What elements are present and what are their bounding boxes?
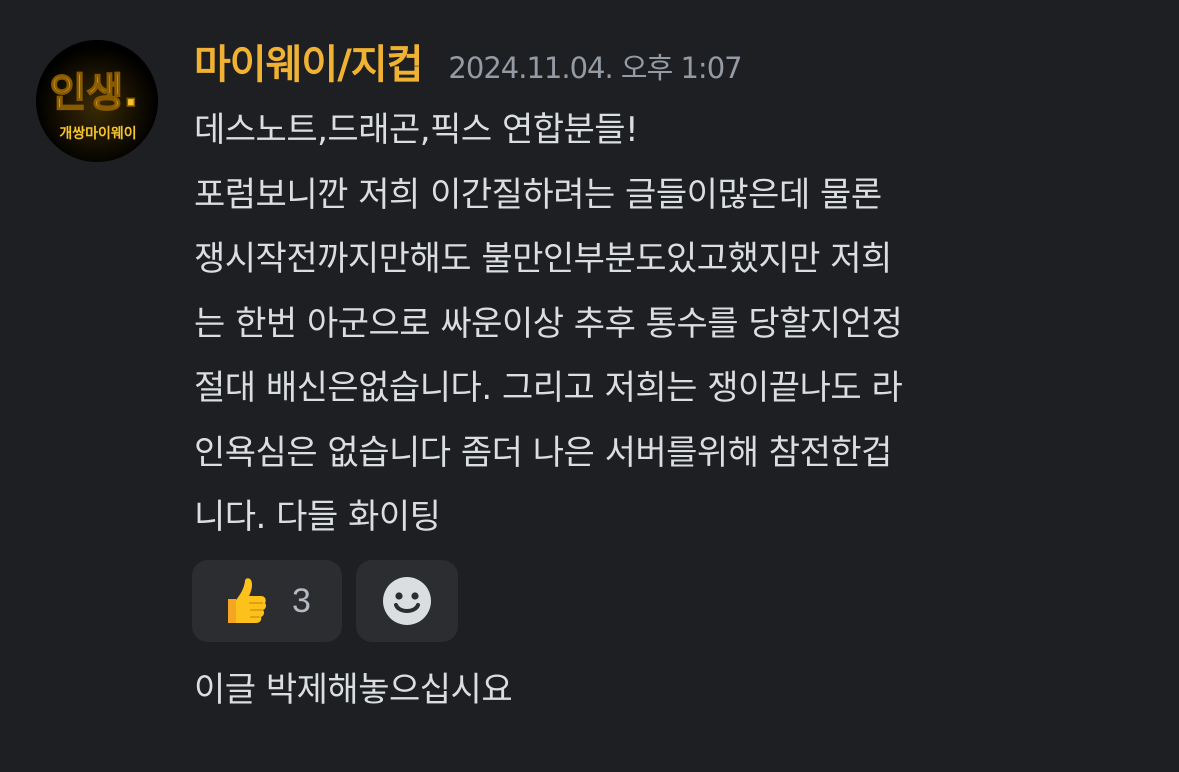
message-line: 쟁시작전까지만해도 불만인부분도있고했지만 저희 (194, 239, 892, 279)
reaction-count: 3 (292, 581, 311, 620)
avatar-logo-main-text: 인생. (50, 70, 139, 116)
reactions-bar: 3 (192, 560, 458, 642)
message-line: 데스노트,드래곤,픽스 연합분들! (194, 110, 639, 150)
username[interactable]: 마이웨이/지컵 (194, 32, 423, 90)
timestamp: 2024.11.04. 오후 1:07 (448, 51, 742, 85)
message-line: 니다. 다들 화이팅 (194, 497, 441, 537)
message-line: 는 한번 아군으로 싸운이상 추후 통수를 당할지언정 (194, 303, 903, 344)
message-line: 절대 배신은없습니다. 그리고 저희는 쟁이끝나도 라 (194, 368, 903, 408)
avatar-logo-sub-text: 개쌍마이웨이 (59, 125, 136, 142)
thumbs-up-reaction-button[interactable]: 3 (192, 560, 342, 642)
message-line: 포럼보니깐 저희 이간질하려는 글들이많은데 물론 (194, 174, 882, 215)
thumbs-up-icon (228, 578, 267, 623)
message-line: 인욕심은 없습니다 좀더 나은 서버를위해 참전한겁 (194, 432, 892, 473)
message-body: 데스노트,드래곤,픽스 연합분들! 포럼보니깐 저희 이간질하려는 글들이많은데… (194, 98, 1154, 550)
message-header: 마이웨이/지컵 2024.11.04. 오후 1:07 (194, 32, 743, 92)
add-reaction-button[interactable] (356, 560, 458, 642)
server-logo-avatar-icon: 인생. 개쌍마이웨이 (36, 40, 158, 162)
follow-up-message: 이글 박제해놓으십시요 (194, 670, 513, 710)
add-reaction-smiley-icon (383, 577, 431, 625)
user-avatar[interactable]: 인생. 개쌍마이웨이 (36, 40, 158, 162)
chat-message: 인생. 개쌍마이웨이 마이웨이/지컵 2024.11.04. 오후 1:07 데… (0, 0, 1179, 772)
